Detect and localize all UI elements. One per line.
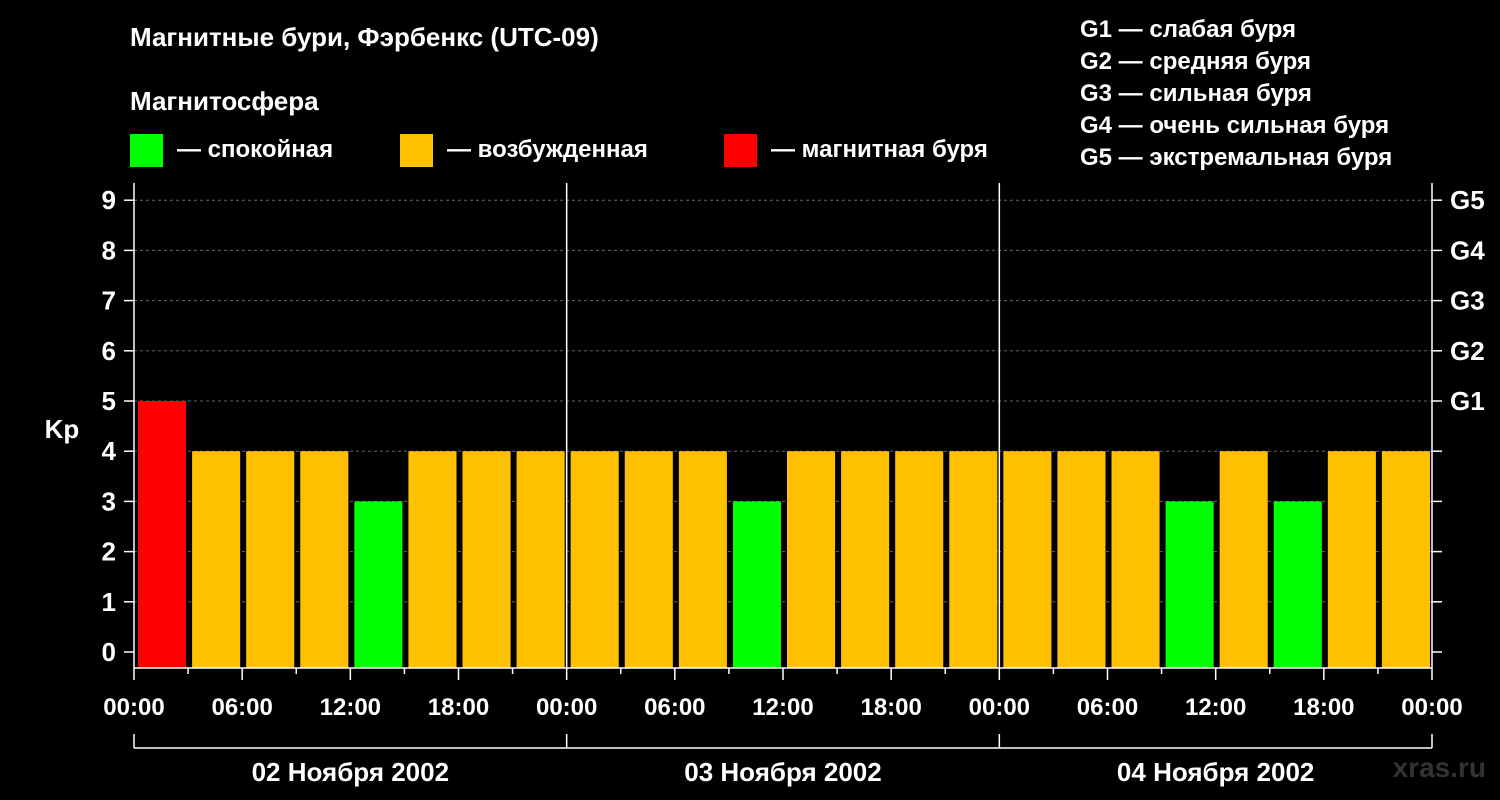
y-tick-label: 4: [102, 436, 117, 466]
y-tick-label: 7: [102, 286, 116, 316]
kp-bar: [1003, 451, 1052, 668]
x-tick-label: 12:00: [320, 694, 381, 721]
x-tick-label: 12:00: [752, 694, 813, 721]
y-tick-label: 8: [102, 235, 116, 265]
kp-bar: [462, 451, 511, 668]
kp-bar: [516, 451, 565, 668]
y-tick-label: 9: [102, 185, 116, 215]
g-axis-label: G1: [1450, 386, 1485, 416]
kp-bar: [570, 451, 619, 668]
y-tick-label: 6: [102, 336, 116, 366]
kp-bar: [624, 451, 673, 668]
x-tick-label: 06:00: [644, 694, 705, 721]
x-tick-label: 06:00: [211, 694, 272, 721]
kp-bar: [678, 451, 727, 668]
kp-bar: [1381, 451, 1430, 668]
x-tick-label: 18:00: [1293, 694, 1354, 721]
kp-bar: [1327, 451, 1376, 668]
g-axis-label: G3: [1450, 286, 1485, 316]
watermark: xras.ru: [1392, 752, 1486, 783]
kp-bar: [354, 501, 403, 668]
x-tick-label: 00:00: [103, 694, 164, 721]
x-tick-label: 18:00: [860, 694, 921, 721]
g-axis-label: G5: [1450, 185, 1485, 215]
kp-bar: [949, 451, 998, 668]
date-label: 04 Ноября 2002: [1117, 757, 1314, 787]
kp-bar: [1057, 451, 1106, 668]
kp-chart: 0 1 2 3 4 5 6 7 8 9 G1 G2 G3 G4 G5 00:00 06:00 12:00 18:00…: [45, 183, 1485, 787]
x-tick-label: 00:00: [536, 694, 597, 721]
kp-bar: [246, 451, 295, 668]
x-tick-label: 00:00: [969, 694, 1030, 721]
kp-bar: [1111, 451, 1160, 668]
kp-bar: [138, 401, 187, 668]
y-tick-label: 5: [102, 386, 116, 416]
kp-bar: [1165, 501, 1214, 668]
x-tick-label: 18:00: [428, 694, 489, 721]
kp-bar: [895, 451, 944, 668]
y-axis-label: Kp: [45, 414, 80, 444]
y-tick-label: 1: [102, 587, 116, 617]
kp-bar: [841, 451, 890, 668]
x-tick-label: 06:00: [1077, 694, 1138, 721]
x-tick-label: 12:00: [1185, 694, 1246, 721]
kp-bar: [408, 451, 457, 668]
date-label: 03 Ноября 2002: [684, 757, 881, 787]
y-tick-label: 3: [102, 486, 116, 516]
kp-bar: [1219, 451, 1268, 668]
y-tick-label: 2: [102, 537, 116, 567]
y-tick-label: 0: [102, 637, 116, 667]
kp-bar: [1273, 501, 1322, 668]
g-axis-label: G2: [1450, 336, 1485, 366]
bars: [138, 401, 1430, 668]
kp-bar: [787, 451, 836, 668]
date-label: 02 Ноября 2002: [252, 757, 449, 787]
g-axis-label: G4: [1450, 235, 1485, 265]
kp-bar: [732, 501, 781, 668]
kp-bar: [192, 451, 241, 668]
x-tick-label: 00:00: [1401, 694, 1462, 721]
kp-bar: [300, 451, 349, 668]
